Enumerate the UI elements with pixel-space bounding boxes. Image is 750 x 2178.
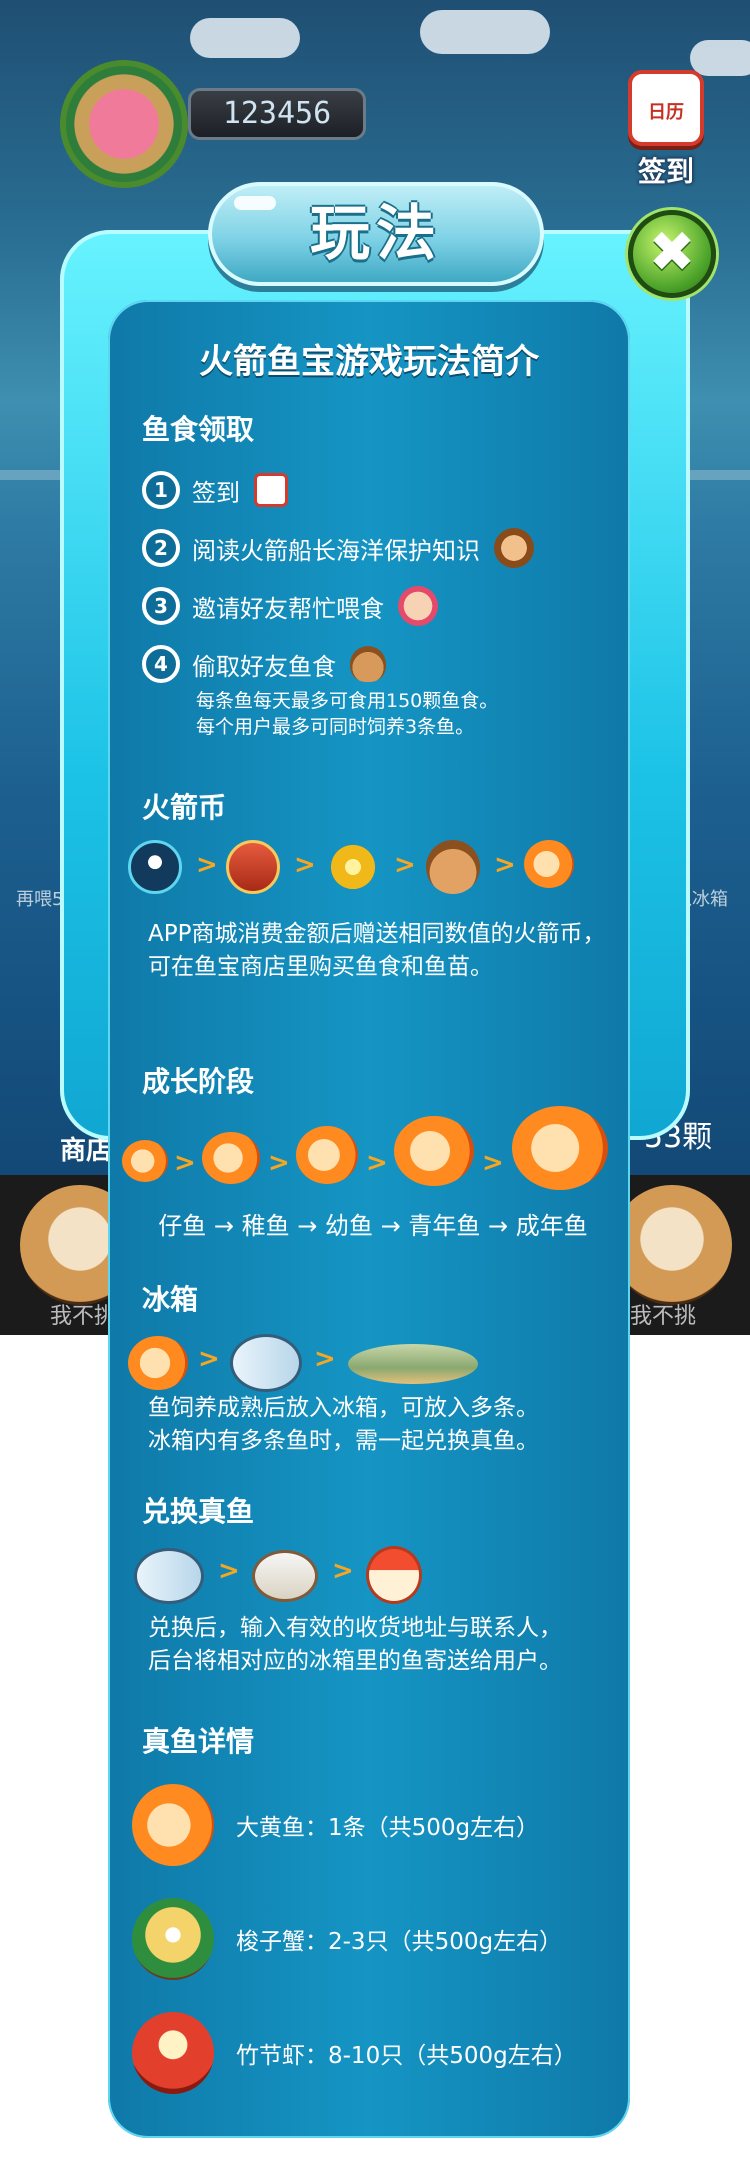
fry-fish-icon [122, 1140, 168, 1182]
shrimp-icon [132, 2012, 214, 2094]
house-icon [366, 1546, 422, 1604]
arrow-icon: > [314, 1344, 336, 1374]
arrow-icon: > [494, 850, 516, 880]
panel-title-plate: 玩法 [208, 182, 544, 286]
arrow-icon: > [366, 1148, 388, 1178]
adult-fish-icon [512, 1106, 608, 1190]
detail-item-crab: 梭子蟹：2-3只（共500g左右） [132, 1894, 622, 1984]
food-item-label: 邀请好友帮忙喂食 [192, 594, 384, 623]
section-title-details: 真鱼详情 [142, 1725, 255, 1758]
fridge-flow: > > [128, 1330, 618, 1400]
section-title-fridge: 冰箱 [142, 1283, 199, 1316]
rules-heading: 火箭鱼宝游戏玩法简介 [199, 342, 539, 382]
arrow-icon: > [218, 1556, 240, 1586]
step-number: 4 [142, 645, 180, 683]
detail-label: 大黄鱼：1条（共500g左右） [236, 1815, 540, 1841]
baby-fish-icon [524, 840, 574, 888]
food-note-limit: 每个用户最多可同时饲养3条鱼。 [196, 716, 475, 738]
friend-label: 我不挑 [50, 1304, 117, 1329]
calendar-icon-label: 日历 [648, 102, 684, 123]
panel-title: 玩法 [310, 199, 442, 269]
coin-icon [321, 835, 385, 899]
coin-flow: > > > > [128, 835, 618, 900]
fridge-line-1: 鱼饲养成熟后放入冰箱，可放入多条。 [148, 1395, 539, 1421]
food-item-knowledge: 2 阅读火箭船长海洋保护知识 [142, 526, 534, 570]
arrow-icon: > [332, 1556, 354, 1586]
adult-fish-icon [128, 1336, 188, 1390]
step-number: 1 [142, 471, 180, 509]
player-avatar[interactable] [60, 60, 188, 188]
close-icon: ✖ [648, 220, 696, 285]
yellow-croaker-icon [132, 1784, 214, 1866]
cloud [420, 10, 550, 54]
teen-fish-icon [394, 1116, 474, 1186]
cloud [190, 18, 300, 58]
signin-label: 签到 [637, 155, 694, 188]
rocket-icon [128, 840, 182, 894]
food-bag-icon [350, 646, 386, 682]
growth-flow: > > > > [122, 1106, 622, 1202]
signin-button[interactable]: 日历 签到 [616, 62, 716, 188]
close-button[interactable]: ✖ [628, 210, 716, 298]
coin-description: APP商城消费金额后赠送相同数值的火箭币，可在鱼宝商店里购买鱼食和鱼苗。 [148, 921, 606, 980]
friend-label: 我不挑 [630, 1304, 697, 1329]
arrow-icon: > [198, 1344, 220, 1374]
food-bag-icon [426, 840, 480, 894]
crab-icon [132, 1898, 214, 1980]
detail-label: 梭子蟹：2-3只（共500g左右） [236, 1929, 563, 1955]
food-item-signin: 1 签到 [142, 468, 288, 512]
arrow-icon: > [196, 850, 218, 880]
arrow-icon: > [294, 850, 316, 880]
step-number: 2 [142, 529, 180, 567]
fridge-icon [230, 1334, 302, 1392]
score-display: 123456 [188, 88, 366, 140]
arrow-icon: > [268, 1148, 290, 1178]
food-item-label: 签到 [192, 478, 240, 507]
step-number: 3 [142, 587, 180, 625]
exchange-line-1: 兑换后，输入有效的收货地址与联系人， [148, 1615, 562, 1641]
detail-item-shrimp: 竹节虾：8-10只（共500g左右） [132, 2008, 622, 2098]
fridge-line-2: 冰箱内有多条鱼时，需一起兑换真鱼。 [148, 1428, 539, 1454]
food-item-steal: 4 偷取好友鱼食 [142, 642, 386, 686]
section-title-food: 鱼食领取 [142, 413, 255, 446]
section-title-growth: 成长阶段 [142, 1065, 255, 1098]
calendar-icon: 日历 [628, 70, 704, 146]
rules-content: 火箭鱼宝游戏玩法简介 鱼食领取 1 签到 2 阅读火箭船长海洋保护知识 3 邀请… [108, 300, 630, 2138]
section-title-exchange: 兑换真鱼 [142, 1495, 255, 1528]
exchange-line-2: 后台将相对应的冰箱里的鱼寄送给用户。 [148, 1648, 562, 1674]
young-fish-icon [296, 1126, 358, 1184]
arrow-icon: > [394, 850, 416, 880]
fridge-icon [134, 1548, 204, 1604]
juvenile-fish-icon [202, 1132, 260, 1184]
real-fish-icon [348, 1344, 478, 1384]
arrow-icon: > [174, 1148, 196, 1178]
food-item-label: 阅读火箭船长海洋保护知识 [192, 536, 480, 565]
food-note-daily: 每条鱼每天最多可食用150颗鱼食。 [196, 690, 499, 712]
shop-icon [226, 840, 280, 894]
detail-label: 竹节虾：8-10只（共500g左右） [236, 2043, 577, 2069]
exchange-flow: > > [128, 1542, 618, 1612]
arrow-icon: > [482, 1148, 504, 1178]
calendar-icon [254, 473, 288, 507]
detail-item-yellow-croaker: 大黄鱼：1条（共500g左右） [132, 1780, 622, 1870]
section-title-coin: 火箭币 [142, 791, 227, 824]
captain-icon [494, 528, 534, 568]
growth-stages: 仔鱼 → 稚鱼 → 幼鱼 → 青年鱼 → 成年鱼 [158, 1212, 588, 1240]
friends-icon [398, 586, 438, 626]
friend-avatar[interactable] [612, 1185, 732, 1305]
food-item-invite: 3 邀请好友帮忙喂食 [142, 584, 438, 628]
food-item-label: 偷取好友鱼食 [192, 652, 336, 681]
address-card-icon [252, 1550, 318, 1602]
